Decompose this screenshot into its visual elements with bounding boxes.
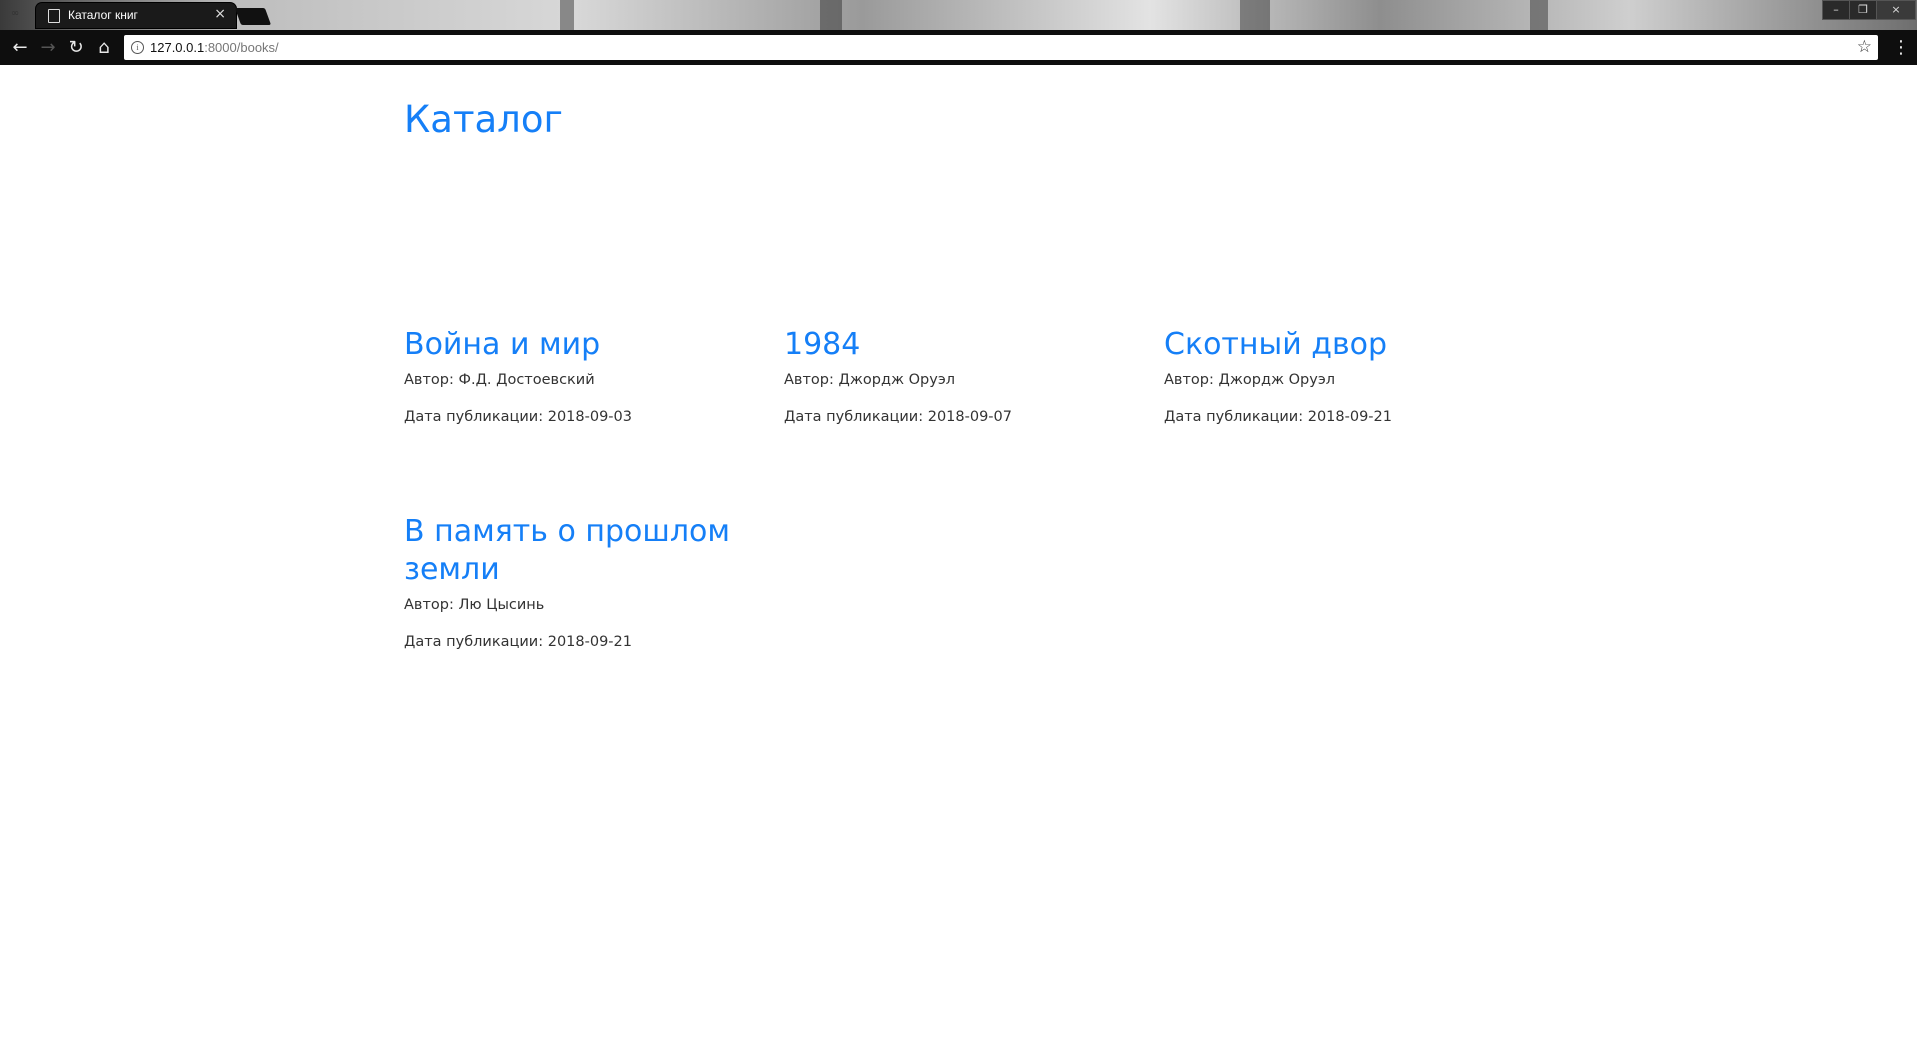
date-value: 2018-09-21 bbox=[547, 634, 632, 650]
date-value: 2018-09-07 bbox=[927, 409, 1012, 425]
book-author: Автор: Ф.Д. Достоевский bbox=[404, 372, 764, 388]
url-path: :8000/books/ bbox=[204, 40, 279, 55]
theme-decoration bbox=[820, 0, 842, 30]
book-title: В память о прошлом земли bbox=[404, 514, 731, 587]
back-icon[interactable]: ← bbox=[8, 36, 32, 60]
forward-icon[interactable]: → bbox=[36, 36, 60, 60]
minimize-button[interactable]: – bbox=[1822, 0, 1850, 20]
profile-icon[interactable]: ∞ bbox=[6, 7, 24, 21]
author-label: Автор: bbox=[784, 372, 834, 388]
browser-toolbar: ← → ↻ ⌂ i 127.0.0.1:8000/books/ ☆ ⋮ bbox=[0, 30, 1917, 65]
reload-icon[interactable]: ↻ bbox=[64, 36, 88, 60]
date-label: Дата публикации: bbox=[1164, 409, 1304, 425]
theme-decoration bbox=[1530, 0, 1548, 30]
tab-title: Каталог книг bbox=[68, 8, 138, 22]
home-icon[interactable]: ⌂ bbox=[92, 36, 116, 60]
book-date: Дата публикации: 2018-09-03 bbox=[404, 409, 764, 425]
author-value: Лю Цысинь bbox=[458, 597, 545, 613]
url-text[interactable]: 127.0.0.1:8000/books/ bbox=[150, 40, 279, 55]
theme-decoration bbox=[1240, 0, 1270, 30]
page-icon bbox=[48, 9, 60, 23]
site-info-icon[interactable]: i bbox=[131, 41, 144, 54]
book-title: Война и мир bbox=[404, 327, 601, 362]
tab-close-icon[interactable]: × bbox=[214, 6, 226, 22]
book-author: Автор: Джордж Оруэл bbox=[784, 372, 1144, 388]
author-value: Джордж Оруэл bbox=[838, 372, 956, 388]
close-window-button[interactable]: × bbox=[1876, 0, 1916, 20]
author-label: Автор: bbox=[1164, 372, 1214, 388]
browser-menu-icon[interactable]: ⋮ bbox=[1892, 36, 1910, 60]
date-label: Дата публикации: bbox=[784, 409, 924, 425]
maximize-button[interactable]: ❐ bbox=[1849, 0, 1877, 20]
book-card: В память о прошлом земли Автор: Лю Цысин… bbox=[404, 513, 764, 650]
date-value: 2018-09-03 bbox=[547, 409, 632, 425]
date-label: Дата публикации: bbox=[404, 634, 544, 650]
book-card: Скотный двор Автор: Джордж Оруэл Дата пу… bbox=[1164, 326, 1524, 425]
book-date: Дата публикации: 2018-09-21 bbox=[1164, 409, 1524, 425]
book-date: Дата публикации: 2018-09-07 bbox=[784, 409, 1144, 425]
bookmark-star-icon[interactable]: ☆ bbox=[1857, 37, 1872, 57]
new-tab-button[interactable] bbox=[234, 8, 272, 25]
book-date: Дата публикации: 2018-09-21 bbox=[404, 634, 764, 650]
author-label: Автор: bbox=[404, 372, 454, 388]
author-value: Ф.Д. Достоевский bbox=[458, 372, 595, 388]
book-author: Автор: Лю Цысинь bbox=[404, 597, 764, 613]
browser-tab[interactable]: Каталог книг × bbox=[36, 3, 236, 28]
date-value: 2018-09-21 bbox=[1307, 409, 1392, 425]
url-host: 127.0.0.1 bbox=[150, 40, 205, 55]
window-titlebar: ∞ Каталог книг × – ❐ × bbox=[0, 0, 1917, 30]
author-value: Джордж Оруэл bbox=[1218, 372, 1336, 388]
address-bar[interactable]: i 127.0.0.1:8000/books/ ☆ bbox=[124, 35, 1878, 60]
book-card: 1984 Автор: Джордж Оруэл Дата публикации… bbox=[784, 326, 1144, 425]
book-title: 1984 bbox=[784, 327, 861, 362]
book-author: Автор: Джордж Оруэл bbox=[1164, 372, 1524, 388]
book-card: Война и мир Автор: Ф.Д. Достоевский Дата… bbox=[404, 326, 764, 425]
book-title: Скотный двор bbox=[1164, 327, 1388, 362]
theme-decoration bbox=[560, 0, 574, 30]
author-label: Автор: bbox=[404, 597, 454, 613]
date-label: Дата публикации: bbox=[404, 409, 544, 425]
page-title: Каталог bbox=[404, 98, 563, 141]
